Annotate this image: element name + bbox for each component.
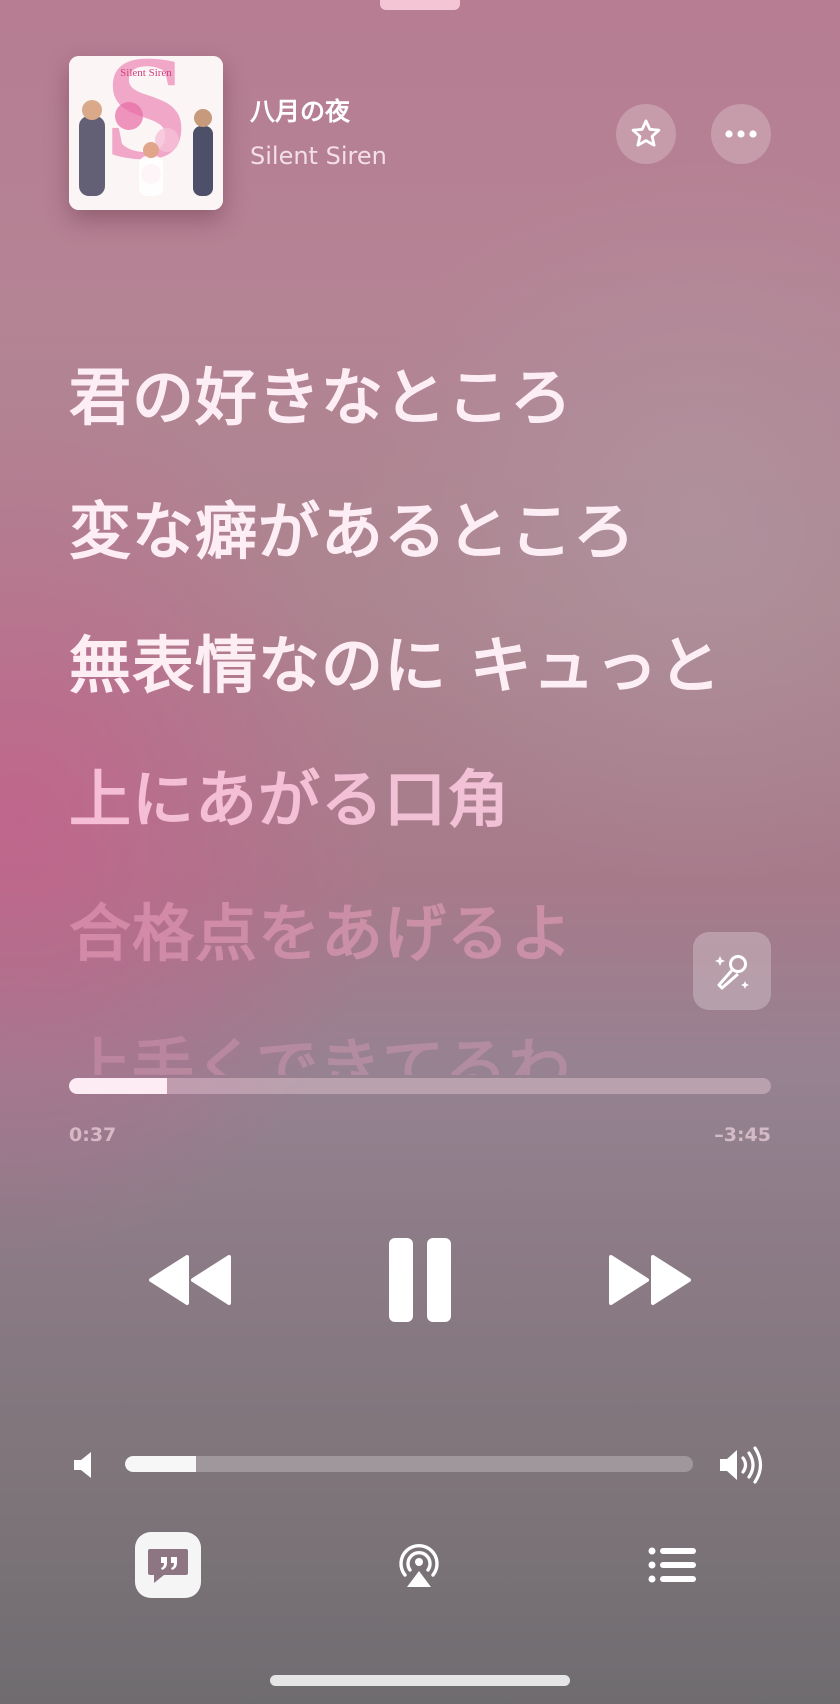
pause-icon	[389, 1238, 451, 1322]
ellipsis-icon	[725, 130, 757, 138]
now-playing-header: S Silent Siren 八月の夜 Silent Siren	[69, 56, 771, 210]
playback-scrubber[interactable]	[69, 1078, 771, 1094]
lyrics-toggle-button[interactable]	[135, 1532, 201, 1598]
fast-forward-icon	[609, 1255, 691, 1305]
lyric-line[interactable]: 合格点をあげるよ	[69, 903, 573, 965]
lyric-line[interactable]: 君の好きなところ	[69, 367, 573, 429]
album-art[interactable]: S Silent Siren	[69, 56, 223, 210]
volume-slider[interactable]	[125, 1456, 693, 1472]
song-artist[interactable]: Silent Siren	[250, 142, 387, 170]
pause-button[interactable]	[370, 1230, 470, 1330]
volume-min-button[interactable]	[72, 1450, 98, 1480]
more-options-button[interactable]	[711, 104, 771, 164]
volume-max-button[interactable]	[718, 1445, 766, 1485]
album-art-label: Silent Siren	[120, 67, 172, 79]
queue-button[interactable]	[640, 1532, 706, 1598]
remaining-time: –3:45	[714, 1124, 771, 1146]
home-indicator[interactable]	[270, 1675, 570, 1686]
queue-list-icon	[648, 1547, 696, 1583]
favorite-button[interactable]	[616, 104, 676, 164]
lyrics-quote-icon	[148, 1549, 188, 1583]
song-title[interactable]: 八月の夜	[250, 92, 350, 128]
volume-level-fill	[125, 1456, 196, 1472]
lyric-line[interactable]: 上手くできてるわ	[69, 1037, 571, 1076]
lyric-line[interactable]: 上にあがる口角	[69, 769, 510, 831]
album-art-image: S Silent Siren	[69, 56, 223, 210]
elapsed-time: 0:37	[69, 1124, 117, 1146]
lyric-line[interactable]: 変な癖があるところ	[69, 501, 636, 563]
speaker-high-icon	[720, 1446, 763, 1484]
lyrics-panel[interactable]: 君の好きなところ 変な癖があるところ 無表情なのに キュっと 上にあがる口角 合…	[69, 355, 789, 1076]
star-icon	[631, 119, 661, 147]
airplay-icon	[399, 1544, 439, 1587]
sing-along-button[interactable]	[693, 932, 771, 1010]
speaker-low-icon	[74, 1452, 91, 1478]
playback-progress-fill	[69, 1078, 168, 1094]
airplay-button[interactable]	[386, 1532, 452, 1598]
lyric-line[interactable]: 無表情なのに キュっと	[69, 635, 722, 697]
rewind-icon	[149, 1255, 231, 1305]
fast-forward-button[interactable]	[600, 1230, 700, 1330]
sheet-grabber[interactable]	[380, 0, 460, 10]
sing-microphone-icon	[715, 955, 749, 990]
rewind-button[interactable]	[140, 1230, 240, 1330]
